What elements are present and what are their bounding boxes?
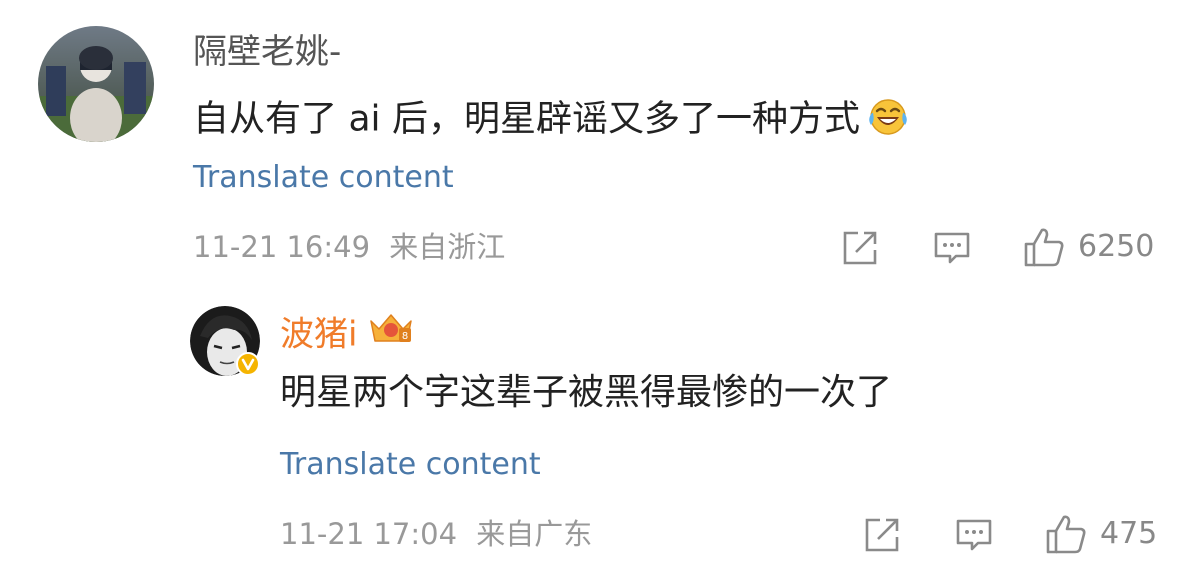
avatar[interactable] bbox=[38, 26, 154, 142]
share-button[interactable] bbox=[840, 228, 880, 268]
comment-icon bbox=[934, 232, 970, 264]
reply-meta: 11-21 17:04 来自广东 bbox=[280, 520, 592, 549]
reply-text: 明星两个字这辈子被黑得最惨的一次了 bbox=[280, 372, 893, 413]
avatar[interactable] bbox=[190, 306, 260, 376]
reply-button[interactable] bbox=[954, 515, 994, 555]
svg-text:8: 8 bbox=[402, 331, 408, 342]
thumbs-up-icon bbox=[1024, 228, 1064, 267]
like-count: 6250 bbox=[1078, 229, 1155, 264]
timestamp: 11-21 16:49 bbox=[193, 230, 371, 264]
share-icon bbox=[865, 518, 899, 552]
username-text: 波猪i bbox=[280, 314, 358, 355]
translate-link[interactable]: Translate content bbox=[193, 163, 454, 193]
share-icon bbox=[843, 231, 877, 265]
verified-badge-icon bbox=[236, 352, 260, 376]
translate-link[interactable]: Translate content bbox=[280, 450, 541, 480]
timestamp: 11-21 17:04 bbox=[280, 517, 458, 551]
like-button[interactable]: 475 bbox=[1044, 512, 1157, 556]
like-button[interactable]: 6250 bbox=[1022, 225, 1154, 269]
comment-icon bbox=[956, 519, 992, 551]
comment-text: 自从有了 ai 后，明星辟谣又多了一种方式 bbox=[193, 97, 910, 144]
comment-body: 自从有了 ai 后，明星辟谣又多了一种方式 bbox=[193, 98, 860, 140]
comment-thread: 隔壁老姚- 自从有了 ai 后，明星辟谣又多了一种方式 Translate co… bbox=[0, 0, 1200, 574]
avatar-photo bbox=[38, 26, 154, 142]
crown-badge-icon: 8 bbox=[367, 311, 415, 353]
laugh-crying-icon bbox=[866, 97, 910, 144]
comment-meta: 11-21 16:49 来自浙江 bbox=[193, 233, 505, 262]
location: 来自浙江 bbox=[389, 230, 506, 264]
like-count: 475 bbox=[1100, 516, 1158, 551]
share-button[interactable] bbox=[862, 515, 902, 555]
comment-username[interactable]: 隔壁老姚- bbox=[193, 35, 341, 69]
reply-username[interactable]: 波猪i 8 bbox=[280, 314, 415, 357]
thumbs-up-icon bbox=[1046, 515, 1086, 554]
location: 来自广东 bbox=[476, 517, 593, 551]
reply-button[interactable] bbox=[932, 228, 972, 268]
